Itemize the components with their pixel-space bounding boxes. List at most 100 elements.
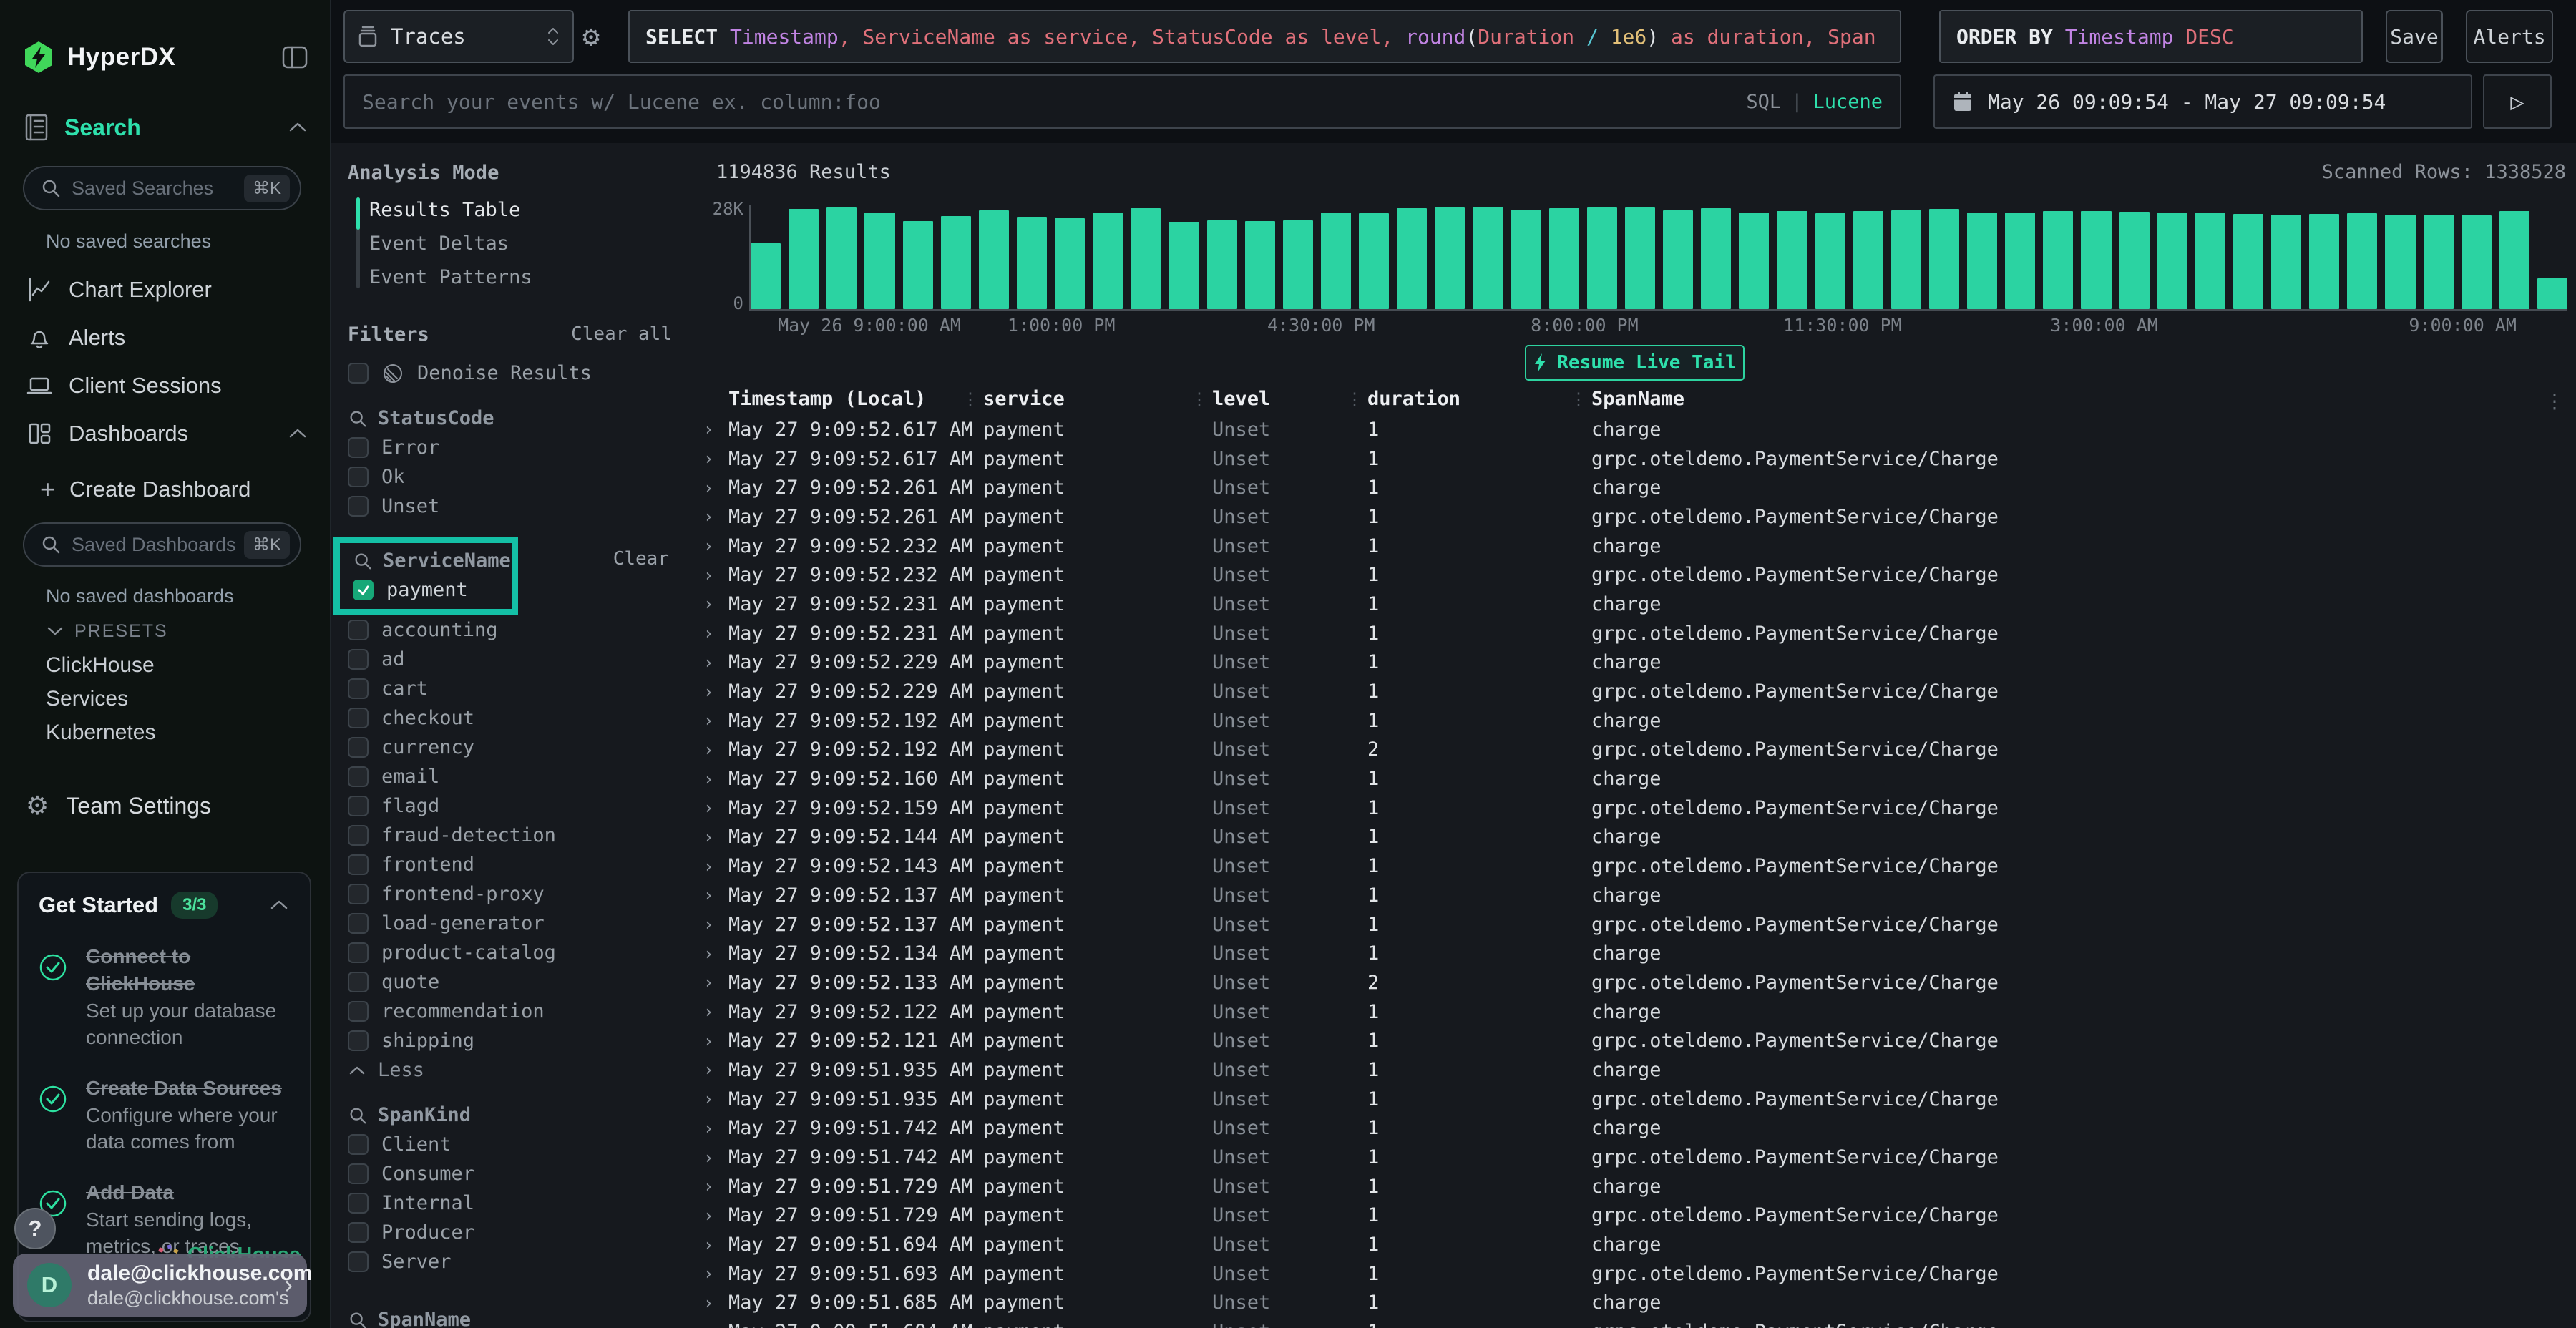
column-header-level[interactable]: ⋮level	[1212, 388, 1367, 410]
table-row[interactable]: › May 27 9:09:51.935 AM payment Unset 1 …	[689, 1055, 2576, 1085]
histogram-bar[interactable]	[941, 216, 971, 309]
histogram-bar[interactable]	[1625, 208, 1655, 309]
row-expand-chevron[interactable]: ›	[700, 682, 728, 702]
checkbox[interactable]	[348, 1251, 369, 1272]
histogram-bar[interactable]	[2309, 214, 2339, 309]
show-less-toggle[interactable]: Less	[348, 1055, 672, 1085]
table-row[interactable]: › May 27 9:09:52.232 AM payment Unset 1 …	[689, 532, 2576, 561]
filter-option[interactable]: Consumer	[348, 1159, 672, 1188]
preset-kubernetes[interactable]: Kubernetes	[46, 718, 155, 747]
lang-sql[interactable]: SQL	[1746, 91, 1781, 113]
filter-option[interactable]: Unset	[348, 492, 672, 521]
histogram-bar[interactable]	[1853, 211, 1883, 309]
histogram-bar[interactable]	[1701, 208, 1731, 309]
histogram-bar[interactable]	[1321, 213, 1351, 309]
table-row[interactable]: › May 27 9:09:52.121 AM payment Unset 1 …	[689, 1026, 2576, 1055]
column-drag-handle[interactable]: ⋮	[1570, 389, 1587, 409]
table-row[interactable]: › May 27 9:09:52.134 AM payment Unset 1 …	[689, 939, 2576, 968]
clear-servicename-link[interactable]: Clear	[613, 548, 669, 570]
histogram-bar[interactable]	[1397, 208, 1427, 309]
user-menu[interactable]: D dale@clickhouse.com dale@clickhouse.co…	[13, 1254, 307, 1317]
row-expand-chevron[interactable]: ›	[700, 944, 728, 964]
histogram-bar[interactable]	[2195, 213, 2225, 309]
histogram-bar[interactable]	[1207, 220, 1237, 309]
event-search-input[interactable]	[362, 90, 1733, 114]
sidebar-item-chart-explorer[interactable]: Chart Explorer	[26, 272, 308, 308]
checkbox[interactable]	[348, 1222, 369, 1243]
row-expand-chevron[interactable]: ›	[700, 594, 728, 614]
sidebar-item-search[interactable]: Search	[23, 109, 308, 146]
checkbox[interactable]	[348, 649, 369, 670]
histogram-bar[interactable]	[2005, 213, 2035, 309]
filter-option[interactable]: recommendation	[348, 997, 672, 1026]
filter-option[interactable]: Ok	[348, 462, 672, 492]
preset-services[interactable]: Services	[46, 685, 128, 713]
filter-option[interactable]: email	[348, 762, 672, 791]
histogram-bar[interactable]	[1777, 211, 1807, 309]
row-expand-chevron[interactable]: ›	[700, 623, 728, 643]
table-row[interactable]: › May 27 9:09:52.137 AM payment Unset 1 …	[689, 910, 2576, 939]
checkbox[interactable]	[348, 678, 369, 699]
get-started-item[interactable]: Connect to ClickHouse Set up your databa…	[39, 943, 290, 1050]
order-by-editor[interactable]: ORDER BY Timestamp DESC	[1939, 10, 2363, 63]
saved-dashboards-field[interactable]	[72, 534, 244, 556]
sidebar-item-alerts[interactable]: Alerts	[26, 320, 308, 356]
row-expand-chevron[interactable]: ›	[700, 1293, 728, 1313]
table-row[interactable]: › May 27 9:09:52.160 AM payment Unset 1 …	[689, 764, 2576, 794]
alerts-button[interactable]: Alerts	[2466, 10, 2553, 63]
create-dashboard-button[interactable]: + Create Dashboard	[40, 472, 250, 507]
filter-option[interactable]: Server	[348, 1247, 672, 1276]
histogram-bar[interactable]	[1739, 213, 1769, 309]
search-icon[interactable]	[353, 551, 373, 571]
row-expand-chevron[interactable]: ›	[700, 740, 728, 760]
row-expand-chevron[interactable]: ›	[700, 1002, 728, 1022]
row-expand-chevron[interactable]: ›	[700, 449, 728, 469]
table-row[interactable]: › May 27 9:09:51.684 AM payment Unset 1 …	[689, 1317, 2576, 1328]
row-expand-chevron[interactable]: ›	[700, 507, 728, 527]
row-expand-chevron[interactable]: ›	[700, 1148, 728, 1168]
row-expand-chevron[interactable]: ›	[700, 1264, 728, 1284]
histogram-bar[interactable]	[1055, 218, 1085, 309]
histogram-bar[interactable]	[2081, 211, 2111, 309]
histogram-bar[interactable]	[1093, 213, 1123, 309]
filter-option[interactable]: Internal	[348, 1188, 672, 1218]
table-row[interactable]: › May 27 9:09:52.261 AM payment Unset 1 …	[689, 502, 2576, 532]
histogram-bar[interactable]	[2043, 211, 2073, 309]
filter-option[interactable]: Producer	[348, 1218, 672, 1247]
filter-option[interactable]: frontend	[348, 850, 672, 879]
search-icon[interactable]	[348, 1105, 368, 1126]
checkbox[interactable]	[348, 942, 369, 963]
sidebar-collapse-icon[interactable]	[280, 42, 310, 72]
histogram-bar[interactable]	[2462, 215, 2492, 309]
histogram-bar[interactable]	[1967, 213, 1997, 309]
checkbox[interactable]	[348, 1193, 369, 1214]
row-expand-chevron[interactable]: ›	[700, 914, 728, 934]
denoise-results-option[interactable]: Denoise Results	[348, 358, 672, 388]
save-button[interactable]: Save	[2386, 10, 2443, 63]
histogram-bar[interactable]	[2385, 215, 2415, 309]
row-expand-chevron[interactable]: ›	[700, 653, 728, 673]
table-row[interactable]: › May 27 9:09:51.685 AM payment Unset 1 …	[689, 1289, 2576, 1318]
filter-option[interactable]: product-catalog	[348, 938, 672, 967]
resume-live-tail-button[interactable]: Resume Live Tail	[1525, 345, 1745, 381]
checkbox[interactable]	[348, 1134, 369, 1155]
histogram-bar[interactable]	[789, 209, 819, 309]
histogram-bar[interactable]	[2347, 213, 2377, 309]
presets-toggle[interactable]: PRESETS	[46, 618, 168, 644]
histogram-bar[interactable]	[1017, 217, 1047, 309]
table-row[interactable]: › May 27 9:09:52.159 AM payment Unset 1 …	[689, 794, 2576, 823]
filter-option[interactable]: shipping	[348, 1026, 672, 1055]
table-row[interactable]: › May 27 9:09:51.694 AM payment Unset 1 …	[689, 1230, 2576, 1259]
histogram-bar[interactable]	[1663, 210, 1693, 309]
histogram-bar[interactable]	[751, 243, 781, 310]
histogram-bar[interactable]	[903, 221, 933, 309]
histogram-bar[interactable]	[2233, 214, 2263, 309]
column-header-timestamp[interactable]: Timestamp (Local)	[728, 388, 983, 410]
column-header-spanname[interactable]: ⋮SpanName	[1591, 388, 2576, 410]
row-expand-chevron[interactable]: ›	[700, 1118, 728, 1138]
row-expand-chevron[interactable]: ›	[700, 1060, 728, 1080]
row-expand-chevron[interactable]: ›	[700, 1322, 728, 1328]
row-expand-chevron[interactable]: ›	[700, 798, 728, 818]
row-expand-chevron[interactable]: ›	[700, 419, 728, 439]
histogram-bar[interactable]	[979, 210, 1009, 309]
